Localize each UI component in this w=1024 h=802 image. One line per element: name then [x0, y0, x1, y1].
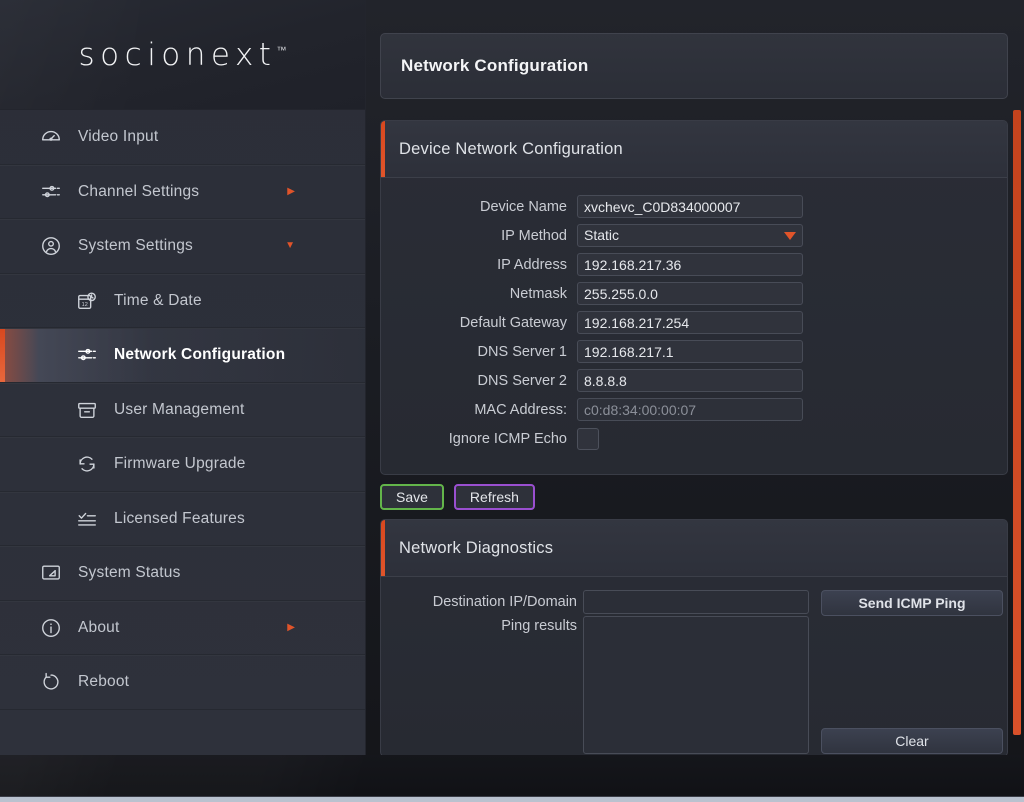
svg-text:12: 12: [82, 302, 88, 308]
calendar-clock-icon: 12: [74, 288, 100, 314]
sidebar-item-label: Firmware Upgrade: [114, 455, 246, 473]
dns-server-1-input[interactable]: [577, 340, 803, 363]
sidebar-item-label: About: [78, 618, 120, 636]
dns-server-2-input[interactable]: [577, 369, 803, 392]
clear-button[interactable]: Clear: [821, 728, 1003, 754]
sidebar-item-label: System Settings: [78, 237, 193, 255]
sidebar-item-about[interactable]: About ▶: [0, 600, 365, 655]
sidebar-item-user-management[interactable]: User Management: [0, 382, 365, 437]
default-gateway-label: Default Gateway: [459, 314, 567, 331]
diagnostics-panel-header: Network Diagnostics: [381, 520, 1007, 577]
user-circle-icon: [38, 233, 64, 259]
ignore-icmp-echo-checkbox[interactable]: [577, 427, 599, 450]
device-name-label: Device Name: [479, 198, 567, 215]
page-header: Network Configuration: [380, 33, 1008, 99]
power-cycle-icon: [38, 669, 64, 695]
sidebar-item-label: Network Configuration: [114, 346, 286, 364]
sidebar-nav: Video Input Channel Settings ▶ System Setti…: [0, 110, 365, 710]
netmask-label: Netmask: [509, 285, 567, 302]
sidebar-item-licensed-features[interactable]: Licensed Features: [0, 491, 365, 546]
form-row: Device Name: [381, 192, 1007, 221]
brand-logo: socionext™: [0, 0, 365, 110]
sidebar-item-reboot[interactable]: Reboot: [0, 655, 365, 710]
form-row: Ignore ICMP Echo: [381, 424, 1007, 453]
sidebar: socionext™ Video Input Channel Settings ▶ S…: [0, 0, 366, 757]
dns-server-2-label: DNS Server 2: [477, 372, 567, 389]
page-title: Network Configuration: [401, 56, 589, 75]
ip-method-label: IP Method: [501, 227, 567, 244]
device-network-configuration-panel: Device Network Configuration Device Name…: [380, 120, 1008, 475]
ip-method-selected-value: Static: [584, 227, 620, 243]
sidebar-item-system-status[interactable]: System Status: [0, 546, 365, 601]
ignore-icmp-echo-label: Ignore ICMP Echo: [448, 430, 567, 447]
form-row: DNS Server 2: [381, 366, 1007, 395]
sidebar-item-time-date[interactable]: 12 Time & Date: [0, 273, 365, 328]
destination-input[interactable]: [583, 590, 809, 614]
window-bottom-strip: [0, 797, 1024, 802]
sidebar-item-label: Licensed Features: [114, 509, 245, 527]
brand-trademark: ™: [276, 45, 287, 57]
sliders-icon: [74, 342, 100, 368]
form-row: MAC Address:: [381, 395, 1007, 424]
sidebar-item-label: User Management: [114, 400, 245, 418]
sidebar-item-channel-settings[interactable]: Channel Settings ▶: [0, 164, 365, 219]
device-form: Device Name IP Method Static IP Address Netm…: [381, 178, 1007, 453]
vertical-scrollbar[interactable]: [1013, 110, 1021, 735]
chevron-down-icon[interactable]: ▼: [285, 241, 295, 251]
ip-method-select[interactable]: Static: [577, 224, 803, 247]
refresh-icon: [74, 451, 100, 477]
form-row: IP Address: [381, 250, 1007, 279]
main-content: Network Configuration Device Network Con…: [366, 0, 1024, 802]
ip-address-label: IP Address: [497, 256, 567, 273]
chevron-right-icon[interactable]: ▶: [287, 622, 295, 633]
diagnostics-panel-title: Network Diagnostics: [399, 538, 554, 557]
device-panel-header: Device Network Configuration: [381, 121, 1007, 178]
netmask-input[interactable]: [577, 282, 803, 305]
sidebar-item-label: Reboot: [78, 673, 130, 691]
ping-results-label: Ping results: [501, 618, 577, 634]
send-icmp-ping-button[interactable]: Send ICMP Ping: [821, 590, 1003, 616]
ip-address-input[interactable]: [577, 253, 803, 276]
form-actions: Save Refresh: [380, 484, 535, 510]
form-row: Default Gateway: [381, 308, 1007, 337]
info-icon: [38, 615, 64, 641]
sidebar-item-system-settings[interactable]: System Settings ▼: [0, 219, 365, 274]
sidebar-item-label: Time & Date: [114, 291, 202, 309]
page-bottom-band: [0, 755, 1024, 802]
monitor-icon: [38, 560, 64, 586]
mac-address-label: MAC Address:: [474, 401, 567, 418]
brand-logo-text: socionext™: [79, 37, 287, 73]
default-gateway-input[interactable]: [577, 311, 803, 334]
gauge-icon: [38, 124, 64, 150]
sidebar-item-label: Channel Settings: [78, 182, 200, 200]
dns-server-1-label: DNS Server 1: [477, 343, 567, 360]
form-row: IP Method Static: [381, 221, 1007, 250]
sidebar-item-network-configuration[interactable]: Network Configuration: [0, 328, 365, 383]
diagnostics-body: Destination IP/Domain Ping results Send …: [381, 577, 1007, 757]
sidebar-item-firmware-upgrade[interactable]: Firmware Upgrade: [0, 437, 365, 492]
form-row: DNS Server 1: [381, 337, 1007, 366]
caret-down-icon[interactable]: [784, 231, 796, 240]
brand-name: socionext: [78, 36, 277, 73]
sliders-icon: [38, 179, 64, 205]
ping-results-textarea[interactable]: [583, 616, 809, 754]
sidebar-item-video-input[interactable]: Video Input: [0, 110, 365, 165]
save-button[interactable]: Save: [380, 484, 444, 510]
application-window: socionext™ Video Input Channel Settings ▶ S…: [0, 0, 1024, 802]
sidebar-item-label: Video Input: [78, 127, 159, 145]
chevron-right-icon[interactable]: ▶: [287, 186, 295, 197]
checklist-icon: [74, 506, 100, 532]
mac-address-input: [577, 398, 803, 421]
drawer-icon: [74, 397, 100, 423]
network-diagnostics-panel: Network Diagnostics Destination IP/Domai…: [380, 519, 1008, 757]
device-panel-title: Device Network Configuration: [399, 139, 623, 158]
sidebar-item-label: System Status: [78, 564, 181, 582]
destination-label: Destination IP/Domain: [432, 594, 577, 610]
device-name-input[interactable]: [577, 195, 803, 218]
form-row: Netmask: [381, 279, 1007, 308]
refresh-button[interactable]: Refresh: [453, 484, 535, 510]
